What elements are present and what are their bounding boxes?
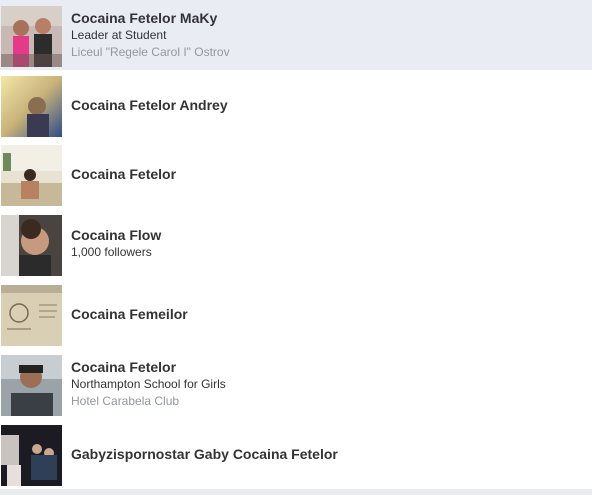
search-result-row[interactable]: Gabyzispornostar Gaby Cocaina Fetelor	[0, 419, 592, 489]
result-info: Cocaina Fetelor Andrey	[71, 70, 584, 140]
result-name[interactable]: Cocaina Fetelor Andrey	[71, 97, 584, 114]
search-result-row[interactable]: Cocaina Fetelor Andrey	[0, 70, 592, 140]
result-name[interactable]: Gabyzispornostar Gaby Cocaina Fetelor	[71, 446, 584, 463]
result-name[interactable]: Cocaina Fetelor MaKy	[71, 10, 584, 27]
result-name[interactable]: Cocaina Fetelor	[71, 166, 584, 183]
result-subtitle: Leader at Student	[71, 27, 167, 42]
search-result-row[interactable]: Cocaina Flow 1,000 followers	[0, 209, 592, 279]
profile-picture[interactable]	[1, 425, 62, 486]
result-info: Cocaina Fetelor Northampton School for G…	[71, 349, 584, 419]
result-name[interactable]: Cocaina Flow	[71, 227, 584, 244]
result-subtitle: 1,000 followers	[71, 245, 152, 259]
result-info: Cocaina Fetelor MaKy Leader at Student L…	[71, 0, 584, 70]
profile-picture[interactable]	[1, 145, 62, 206]
result-info: Cocaina Fetelor	[71, 139, 584, 209]
profile-picture[interactable]	[1, 285, 62, 346]
result-info: Cocaina Flow 1,000 followers	[71, 209, 584, 279]
result-name[interactable]: Cocaina Fetelor	[71, 359, 584, 376]
result-info: Cocaina Femeilor	[71, 279, 584, 349]
list-footer-divider	[0, 489, 592, 495]
profile-picture[interactable]	[1, 215, 62, 276]
result-info: Gabyzispornostar Gaby Cocaina Fetelor	[71, 419, 584, 489]
profile-picture[interactable]	[1, 76, 62, 137]
result-name[interactable]: Cocaina Femeilor	[71, 306, 584, 323]
search-result-row[interactable]: Cocaina Femeilor	[0, 279, 592, 349]
search-result-row[interactable]: Cocaina Fetelor MaKy Leader at Student L…	[0, 0, 592, 70]
profile-picture[interactable]	[1, 6, 62, 67]
result-subtitle: Northampton School for Girls	[71, 376, 226, 391]
profile-picture[interactable]	[1, 355, 62, 416]
search-result-row[interactable]: Cocaina Fetelor	[0, 139, 592, 209]
search-result-row[interactable]: Cocaina Fetelor Northampton School for G…	[0, 349, 592, 419]
result-context: Liceul "Regele Carol I" Ostrov	[71, 44, 230, 59]
result-context: Hotel Carabela Club	[71, 393, 180, 408]
